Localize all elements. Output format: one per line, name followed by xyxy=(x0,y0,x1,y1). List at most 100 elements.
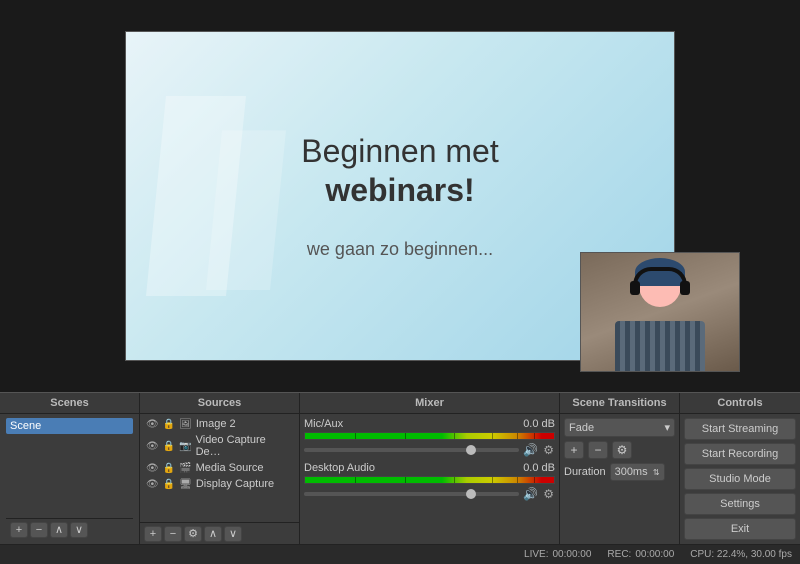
transition-remove-button[interactable]: − xyxy=(588,441,608,459)
source-eye-icon[interactable]: 👁 xyxy=(146,419,159,430)
exit-button[interactable]: Exit xyxy=(684,518,796,540)
panel-content: Scene + − ∧ ∨ 👁 🔒 🖼 Image 2 👁 xyxy=(0,414,800,544)
scenes-list: Scene xyxy=(6,418,133,434)
controls-panel: Start Streaming Start Recording Studio M… xyxy=(680,414,800,544)
transition-buttons: + − ⚙ xyxy=(564,441,675,459)
webcam-overlay xyxy=(580,252,740,372)
scenes-panel: Scene + − ∧ ∨ xyxy=(0,414,140,544)
live-label: LIVE: xyxy=(524,549,548,560)
source-item-videocapture[interactable]: 👁 🔒 📷 Video Capture De… xyxy=(142,432,297,460)
volume-thumb-mic[interactable] xyxy=(466,445,476,455)
mixer-controls-mic: 🔊 ⚙ xyxy=(304,442,555,458)
person-headphones xyxy=(633,267,687,285)
sources-label: Sources xyxy=(198,397,241,409)
mixer-meter-mic xyxy=(304,432,555,440)
mixer-channel-desktop: Desktop Audio 0.0 dB 🔊 ⚙ xyxy=(304,462,555,502)
source-eye-icon[interactable]: 👁 xyxy=(146,463,159,474)
mixer-channel-name: Mic/Aux xyxy=(304,418,343,430)
sources-gear-button[interactable]: ⚙ xyxy=(184,526,202,542)
start-recording-button[interactable]: Start Recording xyxy=(684,443,796,465)
mixer-meter-desktop xyxy=(304,476,555,484)
settings-button[interactable]: Settings xyxy=(684,493,796,515)
chevron-down-icon: ▾ xyxy=(664,421,670,434)
scenes-up-button[interactable]: ∧ xyxy=(50,522,68,538)
source-item-mediasource[interactable]: 👁 🔒 🎬 Media Source xyxy=(142,460,297,476)
mixer-channel-db: 0.0 dB xyxy=(523,418,555,430)
mixer-label: Mixer xyxy=(415,397,444,409)
transition-type-value: Fade xyxy=(569,422,594,434)
headphone-left-cup xyxy=(630,281,640,295)
source-eye-icon[interactable]: 👁 xyxy=(146,441,159,452)
scene-item-scene[interactable]: Scene xyxy=(6,418,133,434)
duration-input[interactable]: 300ms ⇅ xyxy=(610,463,665,481)
live-time: 00:00:00 xyxy=(552,549,591,560)
controls-label: Controls xyxy=(717,397,762,409)
duration-value: 300ms xyxy=(615,466,648,478)
scenes-footer: + − ∧ ∨ xyxy=(6,518,133,540)
mixer-channel-name: Desktop Audio xyxy=(304,462,375,474)
mixer-channel-mic-header: Mic/Aux 0.0 dB xyxy=(304,418,555,430)
source-type-icon: 🎬 xyxy=(179,463,191,474)
person-shirt xyxy=(615,321,705,371)
slide-title: Beginnen met webinars! xyxy=(301,132,498,209)
source-type-icon: 🖥 xyxy=(179,479,192,490)
volume-slider-mic[interactable] xyxy=(304,448,519,452)
volume-thumb-desktop[interactable] xyxy=(466,489,476,499)
source-type-icon: 🖼 xyxy=(179,419,192,430)
sources-panel: 👁 🔒 🖼 Image 2 👁 🔒 📷 Video Capture De… 👁 … xyxy=(140,414,300,544)
transition-add-button[interactable]: + xyxy=(564,441,584,459)
mixer-channel-desktop-header: Desktop Audio 0.0 dB xyxy=(304,462,555,474)
source-eye-icon[interactable]: 👁 xyxy=(146,479,159,490)
preview-area: Beginnen met webinars! we gaan zo beginn… xyxy=(0,0,800,392)
scenes-remove-button[interactable]: − xyxy=(30,522,48,538)
status-bar: LIVE: 00:00:00 REC: 00:00:00 CPU: 22.4%,… xyxy=(0,544,800,564)
source-item-image2[interactable]: 👁 🔒 🖼 Image 2 xyxy=(142,416,297,432)
volume-slider-desktop[interactable] xyxy=(304,492,519,496)
source-name: Display Capture xyxy=(196,478,274,490)
sources-up-button[interactable]: ∧ xyxy=(204,526,222,542)
transition-type-select[interactable]: Fade ▾ xyxy=(564,418,675,437)
headphone-right-cup xyxy=(680,281,690,295)
transition-gear-button[interactable]: ⚙ xyxy=(612,441,632,459)
panel-headers: Scenes Sources Mixer Scene Transitions C… xyxy=(0,392,800,414)
mixer-channel-mic: Mic/Aux 0.0 dB 🔊 ⚙ xyxy=(304,418,555,458)
mixer-panel: Mic/Aux 0.0 dB 🔊 ⚙ xyxy=(300,414,560,544)
source-name: Media Source xyxy=(196,462,264,474)
cpu-status: CPU: 22.4%, 30.00 fps xyxy=(690,549,792,560)
transitions-header: Scene Transitions xyxy=(560,393,680,413)
scenes-add-button[interactable]: + xyxy=(10,522,28,538)
rec-time: 00:00:00 xyxy=(635,549,674,560)
source-lock-icon: 🔒 xyxy=(163,441,175,452)
mixer-controls-desktop: 🔊 ⚙ xyxy=(304,486,555,502)
mute-icon-desktop[interactable]: 🔊 xyxy=(522,486,539,502)
source-lock-icon: 🔒 xyxy=(163,479,175,490)
source-item-displaycapture[interactable]: 👁 🔒 🖥 Display Capture xyxy=(142,476,297,492)
mute-icon-mic[interactable]: 🔊 xyxy=(522,442,539,458)
scenes-header: Scenes xyxy=(0,393,140,413)
settings-icon-desktop[interactable]: ⚙ xyxy=(542,486,555,502)
settings-icon-mic[interactable]: ⚙ xyxy=(542,442,555,458)
transitions-label: Scene Transitions xyxy=(572,397,666,409)
rec-status: REC: 00:00:00 xyxy=(607,549,674,560)
sources-header: Sources xyxy=(140,393,300,413)
source-lock-icon: 🔒 xyxy=(163,463,175,474)
duration-row: Duration 300ms ⇅ xyxy=(564,463,675,481)
duration-spinner-icon: ⇅ xyxy=(653,468,660,477)
source-type-icon: 📷 xyxy=(179,441,191,452)
sources-down-button[interactable]: ∨ xyxy=(224,526,242,542)
slide-title-line2: webinars! xyxy=(301,171,498,209)
duration-label: Duration xyxy=(564,466,606,478)
source-name: Video Capture De… xyxy=(196,434,293,458)
source-name: Image 2 xyxy=(196,418,236,430)
studio-mode-button[interactable]: Studio Mode xyxy=(684,468,796,490)
sources-add-button[interactable]: + xyxy=(144,526,162,542)
scene-name: Scene xyxy=(10,420,41,432)
source-lock-icon: 🔒 xyxy=(163,419,175,430)
bottom-panel: Scenes Sources Mixer Scene Transitions C… xyxy=(0,392,800,544)
cpu-label: CPU: 22.4%, 30.00 fps xyxy=(690,549,792,560)
start-streaming-button[interactable]: Start Streaming xyxy=(684,418,796,440)
sources-remove-button[interactable]: − xyxy=(164,526,182,542)
rec-label: REC: xyxy=(607,549,631,560)
scenes-down-button[interactable]: ∨ xyxy=(70,522,88,538)
transitions-panel: Fade ▾ + − ⚙ Duration 300ms ⇅ xyxy=(560,414,680,544)
